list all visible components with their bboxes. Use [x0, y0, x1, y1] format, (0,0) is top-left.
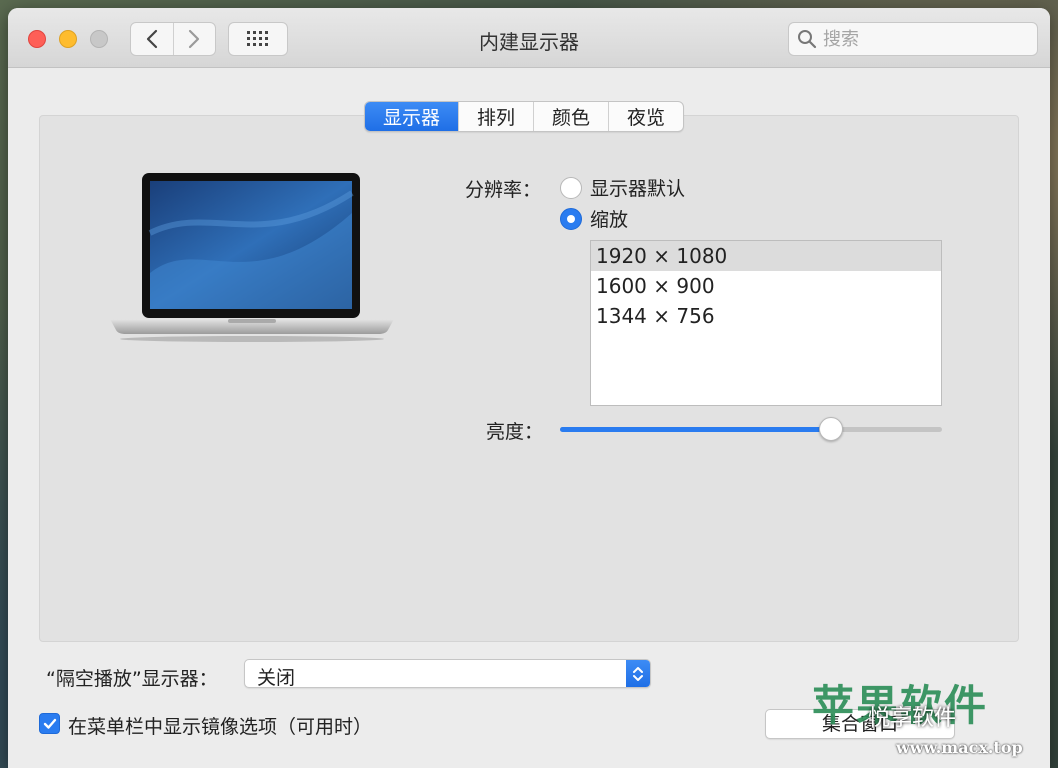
watermark-url: www.macx.top [896, 738, 1023, 757]
tab-bar: 显示器 排列 颜色 夜览 [364, 101, 685, 132]
radio-scaled[interactable]: 缩放 [560, 205, 628, 232]
resolution-list[interactable]: 1920 × 1080 1600 × 900 1344 × 756 [590, 240, 942, 406]
resolution-item[interactable]: 1600 × 900 [591, 271, 941, 301]
mirroring-checkbox[interactable] [39, 713, 60, 734]
resolution-item[interactable]: 1920 × 1080 [591, 241, 941, 271]
radio-button[interactable] [560, 176, 582, 199]
tab-arrangement[interactable]: 排列 [458, 102, 533, 131]
resolution-item[interactable]: 1344 × 756 [591, 301, 941, 331]
search-input[interactable] [823, 28, 1023, 50]
brightness-slider[interactable] [560, 417, 942, 441]
radio-default-label: 显示器默认 [590, 178, 686, 200]
radio-scaled-label: 缩放 [590, 209, 629, 231]
tab-display[interactable]: 显示器 [365, 102, 459, 131]
title-bar: 内建显示器 [8, 8, 1050, 68]
search-field[interactable] [788, 22, 1038, 56]
mirroring-label: 在菜单栏中显示镜像选项（可用时） [68, 716, 373, 738]
updown-arrows-icon [626, 660, 650, 687]
resolution-label: 分辨率： [465, 179, 542, 201]
brightness-label: 亮度： [486, 421, 544, 443]
airplay-display-select[interactable]: 关闭 [244, 659, 651, 689]
radio-default-display[interactable]: 显示器默认 [560, 174, 685, 201]
macbook-image [110, 173, 394, 342]
radio-button-selected[interactable] [560, 207, 582, 230]
search-icon [798, 30, 817, 49]
watermark-wechat-name: 悦享软件 [868, 706, 957, 731]
checkmark-icon [43, 718, 56, 729]
airplay-display-label: “隔空播放”显示器： [46, 668, 218, 690]
tab-night-shift[interactable]: 夜览 [608, 102, 683, 131]
brightness-slider-fill [560, 427, 832, 432]
tab-color[interactable]: 颜色 [533, 102, 608, 131]
preferences-window: 内建显示器 显示器 排列 颜色 夜览 [8, 8, 1050, 768]
airplay-display-value: 关闭 [257, 667, 296, 689]
